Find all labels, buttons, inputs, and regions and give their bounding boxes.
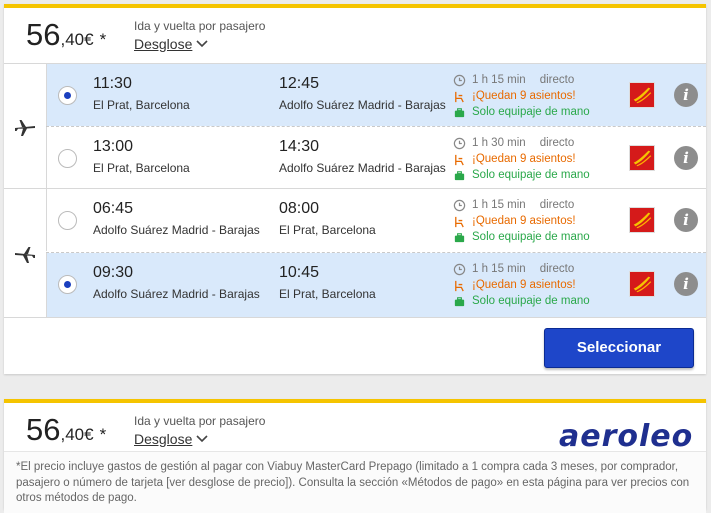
price-asterisk: * — [99, 30, 107, 49]
price-currency: € — [84, 30, 94, 49]
arrival-airport: Adolfo Suárez Madrid - Barajas — [279, 98, 446, 112]
baggage-info: Solo equipaje de mano — [472, 106, 590, 118]
arrival-time: 08:00 — [279, 200, 320, 217]
seat-icon — [455, 154, 464, 165]
flight-info: 1 h 15 min directo ¡Quedan 9 asientos! So… — [453, 72, 590, 120]
clock-icon — [453, 199, 466, 211]
iberia-express-logo — [629, 207, 655, 233]
iberia-express-logo — [629, 271, 655, 297]
departure-time: 06:45 — [93, 200, 134, 217]
departure-time: 11:30 — [93, 75, 132, 92]
departure-time: 13:00 — [93, 138, 134, 155]
arrival-time: 12:45 — [279, 75, 320, 92]
offer-card: 56 ,40 € * Ida y vuelta por pasajero Des… — [4, 4, 706, 374]
flight-radio[interactable] — [58, 211, 77, 230]
arrival-airport: El Prat, Barcelona — [279, 287, 376, 301]
clock-icon — [453, 74, 466, 86]
baggage-info: Solo equipaje de mano — [472, 295, 590, 307]
breakdown-label: Desglose — [134, 36, 193, 52]
arrival-time: 14:30 — [279, 138, 320, 155]
outbound-leg: 11:30 El Prat, Barcelona 12:45 Adolfo Su… — [4, 63, 706, 189]
flight-stops: directo — [539, 74, 575, 86]
iberia-express-logo — [629, 82, 655, 108]
info-icon[interactable]: i — [674, 83, 698, 107]
departure-airport: Adolfo Suárez Madrid - Barajas — [93, 223, 260, 237]
flight-duration: 1 h 15 min — [472, 199, 526, 211]
info-icon[interactable]: i — [674, 146, 698, 170]
price: 56 ,40 € * — [26, 412, 106, 448]
breakdown-label: Desglose — [134, 431, 193, 447]
flight-duration: 1 h 15 min — [472, 74, 526, 86]
arrival-airport: El Prat, Barcelona — [279, 223, 376, 237]
flight-info: 1 h 15 min directo ¡Quedan 9 asientos! So… — [453, 261, 590, 309]
flight-option[interactable]: 06:45 Adolfo Suárez Madrid - Barajas 08:… — [46, 189, 706, 251]
price-header: 56 ,40 € * Ida y vuelta por pasajero Des… — [4, 403, 706, 458]
flight-stops: directo — [539, 199, 575, 211]
price-caption: Ida y vuelta por pasajero — [134, 414, 266, 428]
baggage-info: Solo equipaje de mano — [472, 169, 590, 181]
seats-left: ¡Quedan 9 asientos! — [472, 90, 576, 102]
flight-radio[interactable] — [58, 86, 77, 105]
flight-option[interactable]: 13:00 El Prat, Barcelona 14:30 Adolfo Su… — [46, 127, 706, 189]
price-integer: 56 — [26, 17, 61, 52]
price-decimal: ,40 — [60, 30, 85, 49]
chevron-down-icon — [196, 40, 208, 48]
chevron-down-icon — [196, 435, 208, 443]
departure-airport: Adolfo Suárez Madrid - Barajas — [93, 287, 260, 301]
departure-airport: El Prat, Barcelona — [93, 98, 190, 112]
breakdown-toggle[interactable]: Desglose — [134, 36, 265, 52]
seats-left: ¡Quedan 9 asientos! — [472, 153, 576, 165]
flight-duration: 1 h 15 min — [472, 263, 526, 275]
arrival-time: 10:45 — [279, 264, 320, 281]
clock-icon — [453, 263, 466, 275]
seat-icon — [455, 216, 464, 227]
offer-card: 56 ,40 € * Ida y vuelta por pasajero Des… — [4, 399, 706, 513]
price-header: 56 ,40 € * Ida y vuelta por pasajero Des… — [4, 8, 706, 63]
price-footnote: *El precio incluye gastos de gestión al … — [4, 451, 706, 513]
baggage-icon — [454, 107, 465, 117]
plane-landing-icon — [4, 189, 46, 318]
select-button[interactable]: Seleccionar — [544, 328, 694, 368]
flight-stops: directo — [539, 263, 575, 275]
flight-info: 1 h 30 min directo ¡Quedan 9 asientos! So… — [453, 135, 590, 183]
flight-stops: directo — [539, 137, 575, 149]
seats-left: ¡Quedan 9 asientos! — [472, 215, 576, 227]
plane-takeoff-icon — [4, 64, 46, 189]
flight-radio[interactable] — [58, 149, 77, 168]
iberia-express-logo — [629, 145, 655, 171]
price-integer: 56 — [26, 412, 61, 447]
divider — [4, 317, 706, 318]
price-meta: Ida y vuelta por pasajero Desglose — [134, 414, 265, 447]
price-caption: Ida y vuelta por pasajero — [134, 19, 266, 33]
seat-icon — [455, 91, 464, 102]
price: 56 ,40 € * — [26, 17, 106, 53]
return-leg: 06:45 Adolfo Suárez Madrid - Barajas 08:… — [4, 188, 706, 318]
arrival-airport: Adolfo Suárez Madrid - Barajas — [279, 161, 446, 175]
clock-icon — [453, 137, 466, 149]
price-asterisk: * — [99, 425, 107, 444]
departure-time: 09:30 — [93, 264, 134, 281]
info-icon[interactable]: i — [674, 208, 698, 232]
departure-airport: El Prat, Barcelona — [93, 161, 190, 175]
seat-icon — [455, 280, 464, 291]
price-decimal: ,40 — [60, 425, 85, 444]
baggage-info: Solo equipaje de mano — [472, 231, 590, 243]
price-currency: € — [84, 425, 94, 444]
flight-radio[interactable] — [58, 275, 77, 294]
flight-duration: 1 h 30 min — [472, 137, 526, 149]
baggage-icon — [454, 296, 465, 306]
breakdown-toggle[interactable]: Desglose — [134, 431, 265, 447]
info-icon[interactable]: i — [674, 272, 698, 296]
flight-option[interactable]: 09:30 Adolfo Suárez Madrid - Barajas 10:… — [46, 253, 706, 318]
seats-left: ¡Quedan 9 asientos! — [472, 279, 576, 291]
baggage-icon — [454, 170, 465, 180]
flight-info: 1 h 15 min directo ¡Quedan 9 asientos! So… — [453, 197, 590, 245]
aeroleo-logo: aeroleo — [559, 419, 694, 454]
price-meta: Ida y vuelta por pasajero Desglose — [134, 19, 265, 52]
baggage-icon — [454, 232, 465, 242]
flight-option[interactable]: 11:30 El Prat, Barcelona 12:45 Adolfo Su… — [46, 64, 706, 126]
